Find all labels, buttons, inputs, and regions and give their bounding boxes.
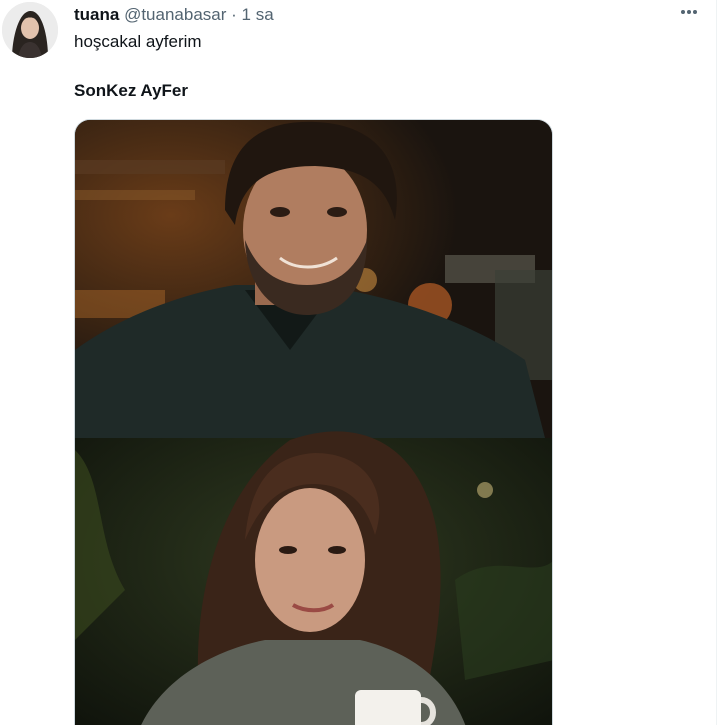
timestamp[interactable]: 1 sa [242, 5, 274, 24]
avatar[interactable] [2, 2, 58, 58]
tweet-bold-line: SonKez AyFer [74, 81, 188, 100]
display-name[interactable]: tuana [74, 5, 119, 24]
top-photo [75, 120, 552, 438]
more-horizontal-icon[interactable] [676, 1, 702, 23]
tweet-media[interactable] [74, 119, 553, 725]
tweet[interactable]: tuana @tuanabasar · 1 sa hoşcakal ayferi… [0, 0, 717, 725]
separator-dot: · [231, 5, 237, 24]
tweet-text: hoşcakal ayferim [74, 32, 202, 51]
tweet-header: tuana @tuanabasar · 1 sa [74, 4, 274, 26]
avatar-image [2, 2, 58, 58]
bottom-photo [75, 431, 552, 725]
user-handle[interactable]: @tuanabasar [124, 5, 226, 24]
tweet-photo [75, 120, 552, 725]
